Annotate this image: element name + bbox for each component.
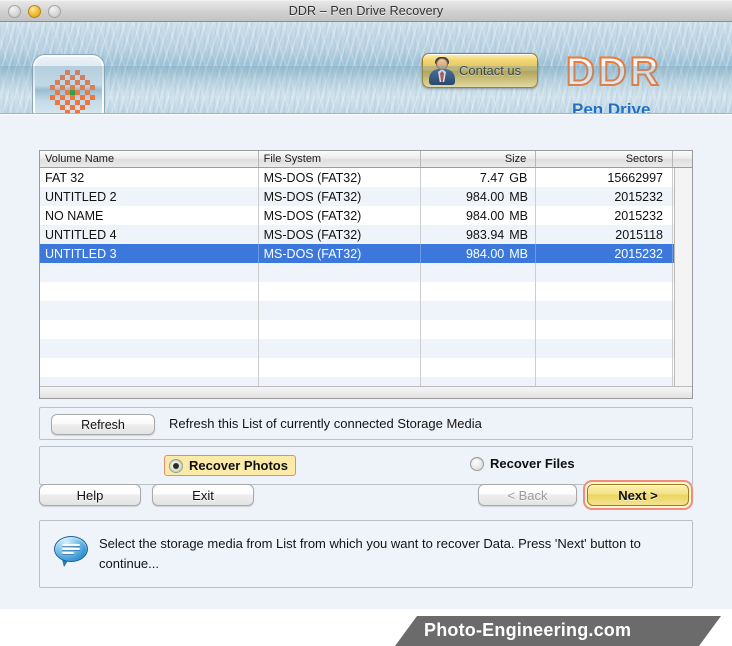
cell-size: 984.00 MB: [421, 244, 537, 263]
title-bar: DDR – Pen Drive Recovery: [0, 0, 732, 22]
ddr-logo: DDR: [565, 50, 662, 94]
cell-file-system: MS-DOS (FAT32): [259, 225, 422, 244]
radio-recover-files[interactable]: Recover Files: [470, 456, 575, 471]
cell-size: 984.00 MB: [421, 187, 537, 206]
table-row-empty[interactable]: [40, 301, 692, 320]
cell-sectors: 15662997: [536, 168, 674, 187]
cell-sectors: 2015232: [536, 206, 674, 225]
radio-recover-files-label: Recover Files: [490, 456, 575, 471]
contact-us-button[interactable]: Contact us: [422, 53, 538, 88]
column-header-file-system[interactable]: File System: [259, 151, 422, 167]
status-message-text: Select the storage media from List from …: [99, 536, 641, 571]
window-title: DDR – Pen Drive Recovery: [288, 4, 444, 18]
cell-volume-name: UNTITLED 2: [40, 187, 259, 206]
table-row[interactable]: FAT 32 MS-DOS (FAT32) 7.47 GB 15662997: [40, 168, 692, 187]
checkered-flower-icon: [33, 55, 104, 113]
cell-sectors: 2015232: [536, 187, 674, 206]
status-message-panel: Select the storage media from List from …: [39, 520, 693, 588]
table-row-empty[interactable]: [40, 339, 692, 358]
header-banner: Contact us DDR Pen Drive: [0, 22, 732, 114]
table-row[interactable]: UNTITLED 4 MS-DOS (FAT32) 983.94 MB 2015118: [40, 225, 692, 244]
help-button[interactable]: Help: [39, 484, 141, 506]
cell-file-system: MS-DOS (FAT32): [259, 206, 422, 225]
table-row[interactable]: UNTITLED 2 MS-DOS (FAT32) 984.00 MB 2015232: [40, 187, 692, 206]
cell-sectors: 2015118: [536, 225, 674, 244]
person-avatar-icon: [427, 56, 457, 85]
app-window: DDR – Pen Drive Recovery Contact us DDR …: [0, 0, 732, 646]
minimize-button[interactable]: [28, 5, 41, 18]
close-button[interactable]: [8, 5, 21, 18]
radio-dot-photos-icon: [169, 458, 183, 473]
radio-recover-photos-label: Recover Photos: [189, 458, 288, 473]
table-body: FAT 32 MS-DOS (FAT32) 7.47 GB 15662997 UNTITL…: [40, 168, 692, 398]
column-header-sectors[interactable]: Sectors: [536, 151, 674, 167]
column-header-size[interactable]: Size: [421, 151, 537, 167]
radio-recover-photos[interactable]: Recover Photos: [164, 455, 296, 476]
horizontal-scrollbar[interactable]: [40, 386, 692, 398]
refresh-panel: Refresh Refresh this List of currently c…: [39, 407, 693, 440]
cell-file-system: MS-DOS (FAT32): [259, 244, 422, 263]
table-header-row: Volume Name File System Size Sectors: [40, 151, 692, 168]
volume-table[interactable]: Volume Name File System Size Sectors FAT…: [39, 150, 693, 399]
refresh-description: Refresh this List of currently connected…: [169, 416, 482, 431]
column-header-volume-name[interactable]: Volume Name: [40, 151, 259, 167]
cell-volume-name: FAT 32: [40, 168, 259, 187]
vertical-scrollbar[interactable]: [674, 168, 692, 386]
zoom-button[interactable]: [48, 5, 61, 18]
column-header-spacer: [673, 151, 692, 167]
cell-size: 983.94 MB: [421, 225, 537, 244]
table-row[interactable]: NO NAME MS-DOS (FAT32) 984.00 MB 2015232: [40, 206, 692, 225]
exit-button[interactable]: Exit: [152, 484, 254, 506]
contact-us-label: Contact us: [459, 63, 522, 78]
table-row-empty[interactable]: [40, 320, 692, 339]
pen-drive-logo-subtitle: Pen Drive: [572, 100, 651, 114]
table-row[interactable]: UNTITLED 3 MS-DOS (FAT32) 984.00 MB 2015232: [40, 244, 692, 263]
radio-dot-files-icon: [470, 456, 484, 471]
cell-file-system: MS-DOS (FAT32): [259, 168, 422, 187]
back-button[interactable]: < Back: [478, 484, 577, 506]
speech-bubble-icon: [54, 536, 90, 567]
cell-file-system: MS-DOS (FAT32): [259, 187, 422, 206]
cell-volume-name: UNTITLED 4: [40, 225, 259, 244]
main-content: Volume Name File System Size Sectors FAT…: [0, 114, 732, 609]
watermark-text: Photo-Engineering.com: [424, 620, 632, 640]
table-row-empty[interactable]: [40, 263, 692, 282]
cell-volume-name: NO NAME: [40, 206, 259, 225]
next-button-focus-ring: Next >: [583, 480, 693, 510]
next-button[interactable]: Next >: [587, 484, 689, 506]
table-row-empty[interactable]: [40, 282, 692, 301]
window-controls: [8, 5, 61, 18]
table-row-empty[interactable]: [40, 358, 692, 377]
cell-sectors: 2015232: [536, 244, 674, 263]
cell-size: 7.47 GB: [421, 168, 537, 187]
refresh-button[interactable]: Refresh: [51, 414, 155, 435]
cell-volume-name: UNTITLED 3: [40, 244, 259, 263]
cell-size: 984.00 MB: [421, 206, 537, 225]
